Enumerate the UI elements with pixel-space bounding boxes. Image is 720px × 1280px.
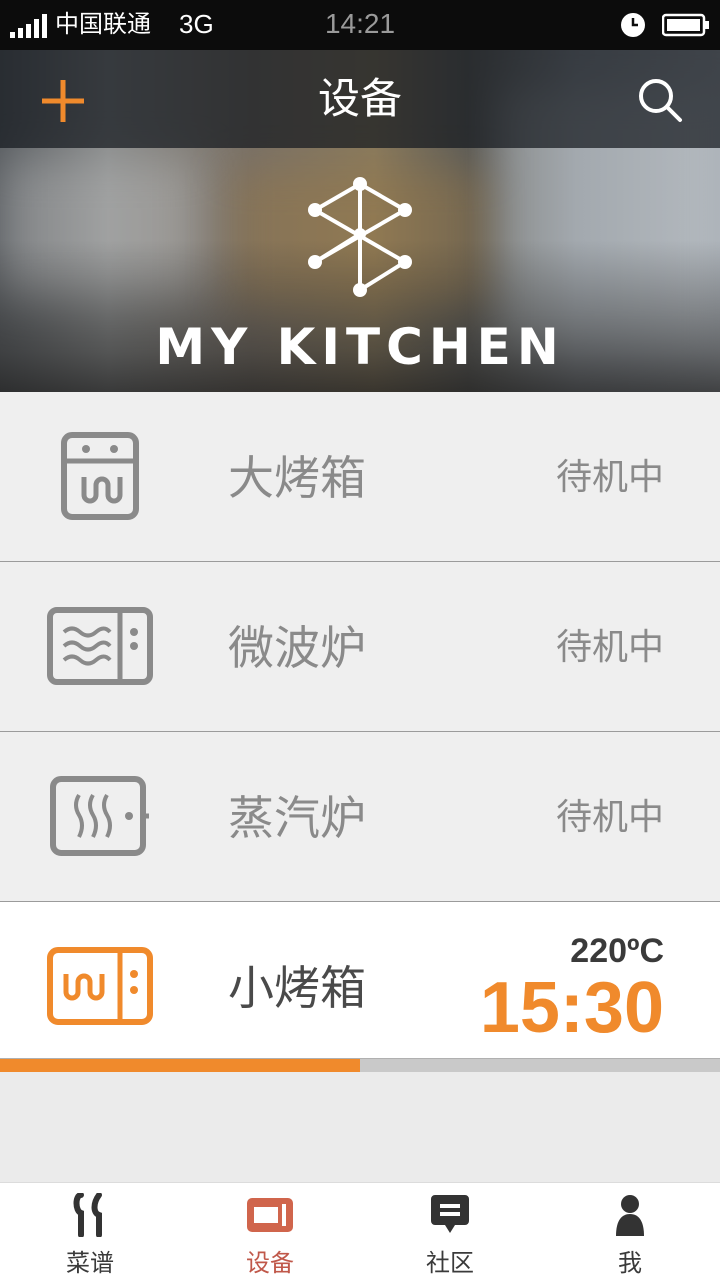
status-time: 14:21 <box>324 8 396 39</box>
tab-label: 菜谱 <box>66 1249 114 1277</box>
device-name: 微波炉 <box>228 621 366 675</box>
alarm-clock-icon <box>621 13 645 37</box>
device-list: 大烤箱 待机中 微波炉 待机中 蒸汽炉 待机中 小烤箱 220ºC 15:30 <box>0 392 720 1070</box>
oven-timer: 15:30 <box>479 968 664 1048</box>
device-row-steam-oven[interactable]: 蒸汽炉 待机中 <box>0 732 720 902</box>
device-status: 待机中 <box>555 457 664 498</box>
device-status: 待机中 <box>555 627 664 668</box>
nav-bar: 设备 <box>0 50 720 148</box>
device-icon <box>247 1198 293 1232</box>
search-icon[interactable] <box>636 76 684 124</box>
device-row-small-oven[interactable]: 小烤箱 220ºC 15:30 <box>0 902 720 1070</box>
tab-community[interactable]: 社区 <box>360 1183 540 1280</box>
device-row-big-oven[interactable]: 大烤箱 待机中 <box>0 392 720 562</box>
small-oven-icon <box>47 947 153 1025</box>
tab-label: 我 <box>618 1249 642 1277</box>
status-bar: 中国联通 3G 14:21 <box>0 0 720 50</box>
tab-bar: 菜谱 设备 社区 我 <box>0 1182 720 1280</box>
person-icon <box>616 1195 644 1236</box>
tab-recipes[interactable]: 菜谱 <box>0 1183 180 1280</box>
kitchen-logo-icon <box>308 177 412 297</box>
brand-title: MY KITCHEN <box>155 318 565 376</box>
device-name: 小烤箱 <box>228 961 366 1015</box>
tab-label: 设备 <box>246 1249 294 1277</box>
fork-knife-icon <box>73 1193 102 1237</box>
tab-label: 社区 <box>426 1249 474 1277</box>
chat-icon <box>431 1195 469 1233</box>
tab-me[interactable]: 我 <box>540 1183 720 1280</box>
steam-oven-icon <box>50 776 149 856</box>
microwave-icon <box>47 607 153 685</box>
tab-devices[interactable]: 设备 <box>180 1183 360 1280</box>
cooking-progress-bar <box>0 1058 720 1072</box>
device-status: 待机中 <box>555 797 664 838</box>
page-title: 设备 <box>317 74 402 123</box>
battery-icon <box>662 13 709 37</box>
device-name: 蒸汽炉 <box>228 791 366 845</box>
progress-fill <box>0 1059 360 1072</box>
device-row-microwave[interactable]: 微波炉 待机中 <box>0 562 720 732</box>
device-name: 大烤箱 <box>228 451 366 505</box>
oven-icon <box>61 432 139 520</box>
